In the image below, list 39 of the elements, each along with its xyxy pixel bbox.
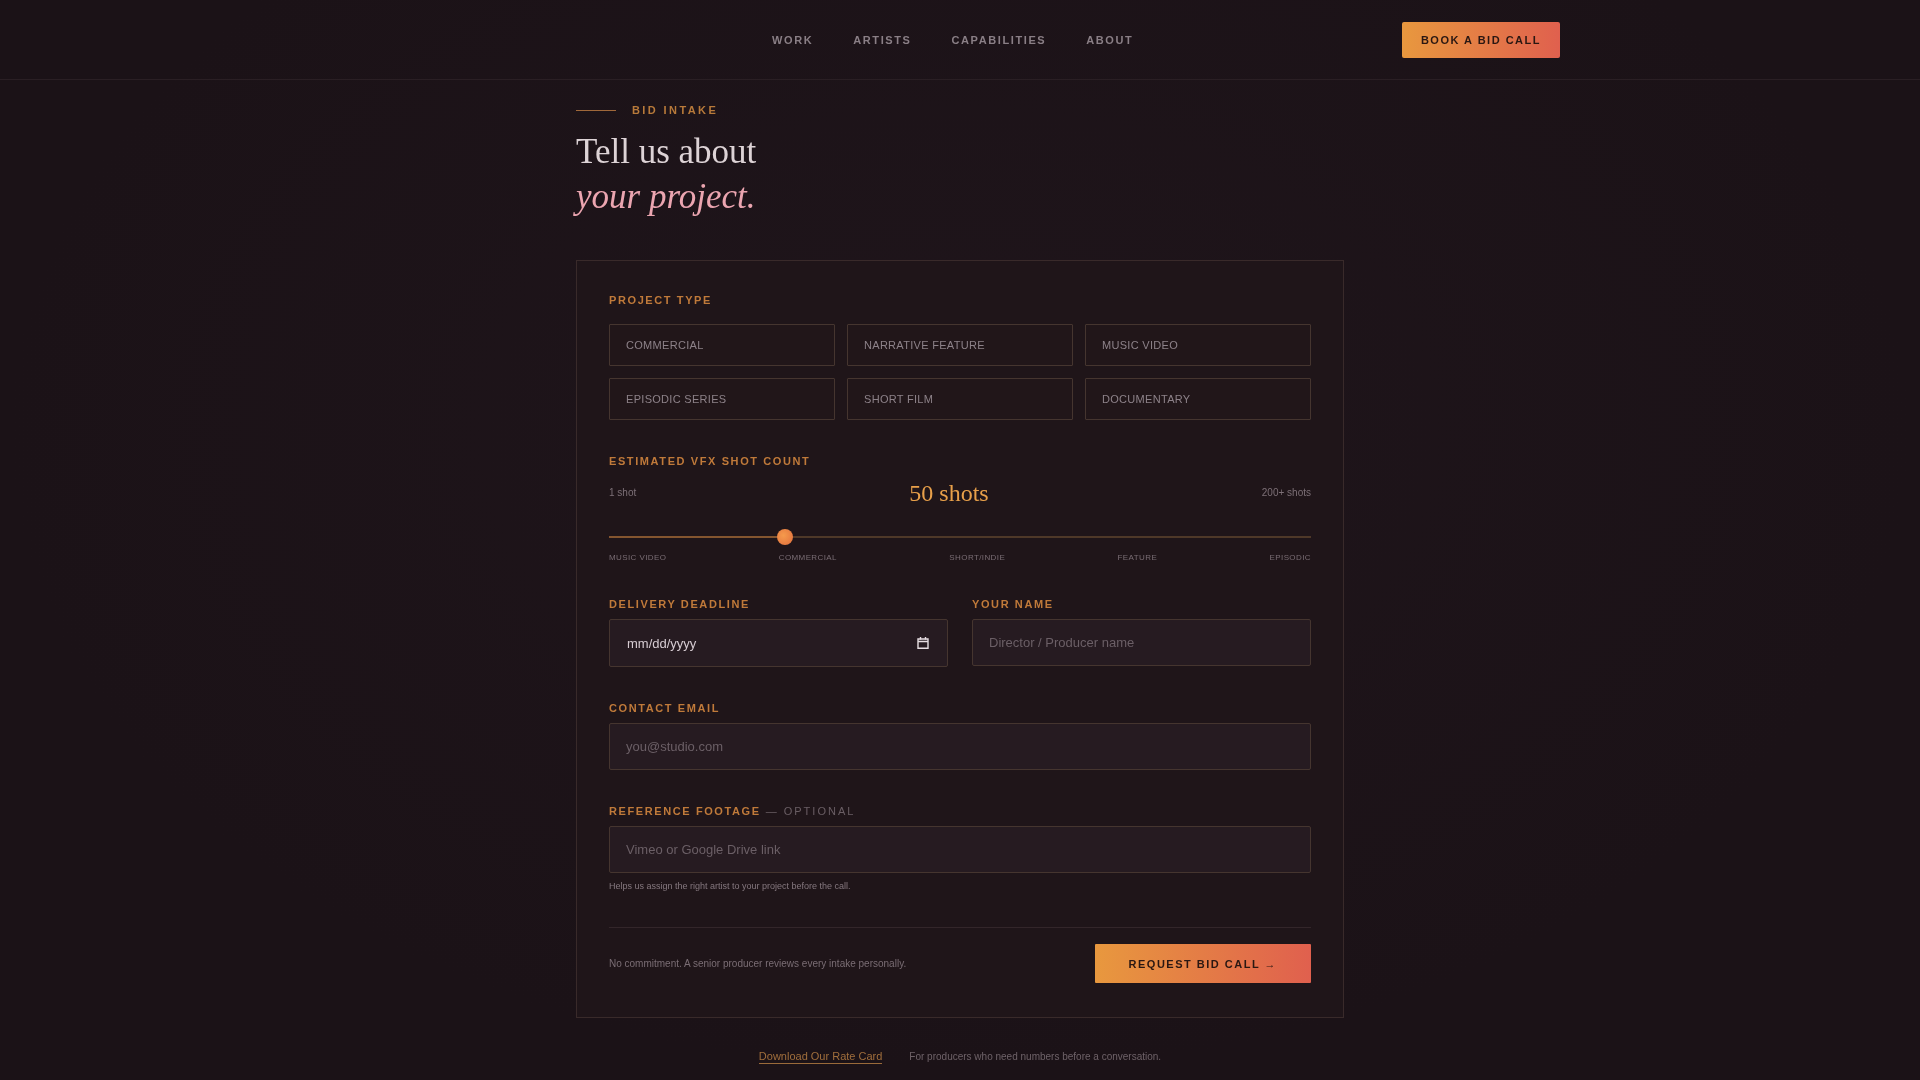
name-input[interactable]: Director / Producer name — [972, 619, 1311, 666]
book-bid-call-button[interactable]: BOOK A BID CALL — [1401, 21, 1560, 58]
slider-max-label: 200+ shots — [1261, 487, 1311, 499]
field-label: REFERENCE FOOTAGE — [609, 804, 761, 818]
rate-card-link[interactable]: Download Our Rate Card — [758, 1049, 883, 1064]
nav-link[interactable]: CAPABILITIES — [951, 32, 1047, 47]
rate-card-note: For producers who need numbers before a conversation. — [909, 1050, 1162, 1063]
project-type-option[interactable]: DOCUMENTARY — [1085, 378, 1311, 420]
project-type-option[interactable]: MUSIC VIDEO — [1085, 324, 1311, 366]
optional-note: — OPTIONAL — [765, 804, 856, 818]
slider-tick-label: COMMERCIAL — [778, 553, 837, 563]
project-type-option[interactable]: NARRATIVE FEATURE — [847, 324, 1073, 366]
link-input[interactable]: Vimeo or Google Drive link — [609, 826, 1311, 873]
slider-tick-label: FEATURE — [1117, 553, 1158, 563]
slider-tick-label: EPISODIC — [1269, 553, 1311, 563]
heading-text: Tell us about — [576, 131, 757, 173]
slider-tick-label: MUSIC VIDEO — [609, 553, 667, 563]
email-input[interactable]: you@studio.com — [609, 723, 1311, 770]
project-type-option[interactable]: COMMERCIAL — [609, 324, 835, 366]
field-label: ESTIMATED VFX SHOT COUNT — [609, 454, 812, 468]
slider-value: 50 shots — [909, 479, 989, 508]
slider-min-label: 1 shot — [609, 487, 637, 499]
nav-link[interactable]: WORK — [772, 32, 814, 47]
helper-text: Helps us assign the right artist to your project before the call. — [609, 880, 851, 892]
field-label: DELIVERY DEADLINE — [609, 597, 751, 611]
project-type-option[interactable]: EPISODIC SERIES — [609, 378, 835, 420]
field-label: YOUR NAME — [972, 597, 1055, 611]
request-bid-call-button[interactable]: REQUEST BID CALL → — [1094, 944, 1311, 983]
project-type-option[interactable]: SHORT FILM — [847, 378, 1073, 420]
field-label: CONTACT EMAIL — [609, 701, 722, 715]
calendar-icon[interactable] — [917, 637, 929, 649]
eyebrow-text: BID INTAKE — [632, 103, 719, 117]
slider-tick-label: SHORT/INDIE — [949, 553, 1006, 563]
slider-thumb[interactable] — [776, 529, 793, 545]
footer-note: No commitment. A senior producer reviews every intake personally. — [609, 957, 907, 970]
field-label: PROJECT TYPE — [609, 293, 713, 307]
nav-link[interactable]: ABOUT — [1086, 32, 1134, 47]
nav-link[interactable]: ARTISTS — [853, 32, 912, 47]
date-field[interactable]: mm/dd/yyyy — [609, 619, 948, 667]
